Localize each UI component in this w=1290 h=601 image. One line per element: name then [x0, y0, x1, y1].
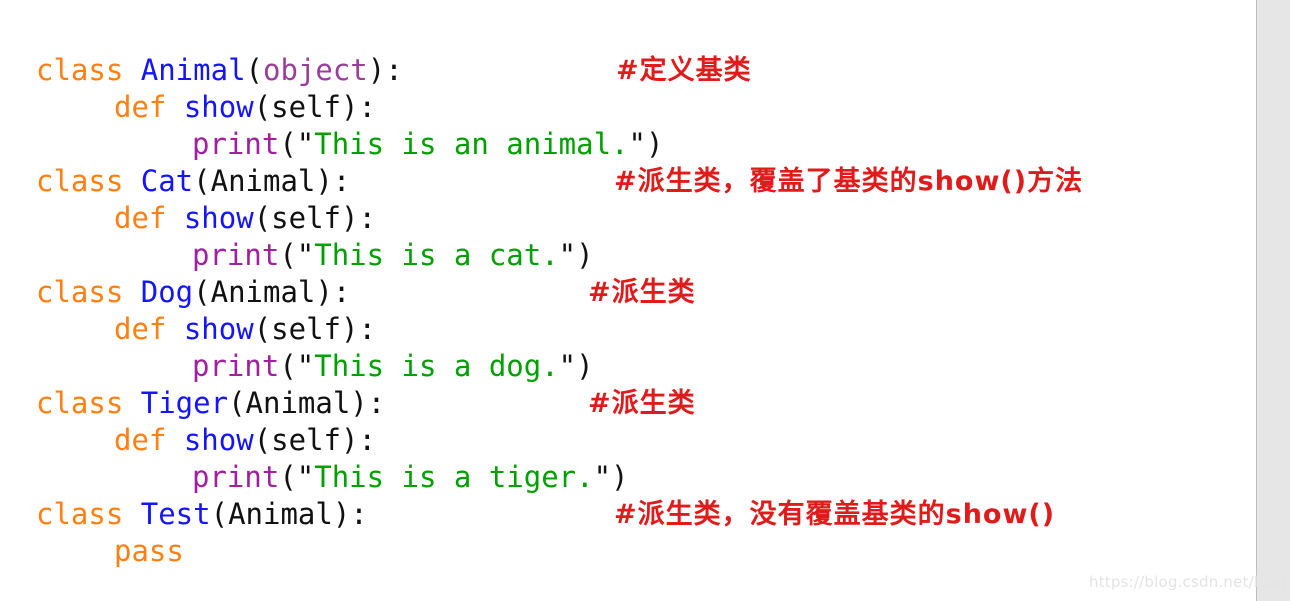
token-keyword: pass: [114, 534, 184, 568]
token-plain: (Animal):: [228, 386, 386, 420]
token-call: print: [192, 127, 280, 161]
token-plain: (Animal):: [193, 164, 351, 198]
token-plain: (": [279, 460, 315, 494]
code-line-content: class Tiger(Animal):: [36, 385, 385, 422]
code-line-content: print("This is an animal."): [192, 126, 663, 163]
code-comment: #派生类: [588, 277, 696, 308]
code-line: class Dog(Animal): #派生类: [36, 274, 1246, 311]
code-line: def show(self):: [36, 89, 1246, 126]
token-plain: (self):: [253, 312, 376, 346]
token-keyword: def: [114, 201, 184, 235]
token-keyword: def: [114, 90, 184, 124]
token-builtin: object: [263, 53, 368, 87]
token-keyword: class: [36, 164, 141, 198]
code-block: class Animal(object): #定义基类 def show(self)…: [36, 52, 1246, 570]
token-funcname: show: [183, 423, 254, 457]
code-line-content: class Test(Animal):: [36, 496, 368, 533]
code-line: def show(self):: [36, 200, 1246, 237]
token-keyword: def: [114, 423, 184, 457]
page-right-gutter: [1256, 0, 1290, 601]
watermark-text: https://blog.csdn.net/laqqgg: [1089, 573, 1290, 591]
token-string: This is an animal.: [314, 127, 629, 161]
code-line-content: print("This is a cat."): [192, 237, 594, 274]
token-string: This is a tiger.: [314, 460, 594, 494]
token-plain: ):: [367, 53, 403, 87]
code-line-content: def show(self):: [114, 311, 376, 348]
token-plain: (": [279, 349, 315, 383]
code-line-content: print("This is a tiger."): [192, 459, 629, 496]
token-funcname: show: [183, 312, 254, 346]
code-line: pass: [36, 533, 1246, 570]
code-comment: #派生类: [588, 388, 696, 419]
token-classname: Tiger: [140, 386, 229, 420]
code-line-content: class Cat(Animal):: [36, 163, 350, 200]
token-plain: (Animal):: [193, 275, 351, 309]
token-plain: (": [279, 238, 315, 272]
token-keyword: class: [36, 275, 141, 309]
token-keyword: class: [36, 53, 141, 87]
token-funcname: show: [183, 90, 254, 124]
token-plain: (Animal):: [210, 497, 368, 531]
token-call: print: [192, 460, 280, 494]
token-plain: "): [558, 238, 594, 272]
token-classname: Test: [140, 497, 211, 531]
token-keyword: def: [114, 312, 184, 346]
token-call: print: [192, 349, 280, 383]
code-line-content: pass: [114, 533, 184, 570]
token-funcname: show: [183, 201, 254, 235]
code-line: class Tiger(Animal): #派生类: [36, 385, 1246, 422]
code-comment: #派生类，没有覆盖基类的show(): [614, 499, 1056, 530]
token-plain: "): [558, 349, 594, 383]
code-line-content: def show(self):: [114, 89, 376, 126]
token-keyword: class: [36, 386, 141, 420]
token-classname: Cat: [140, 164, 194, 198]
token-classname: Dog: [140, 275, 194, 309]
token-plain: (self):: [253, 201, 376, 235]
code-line: print("This is a cat."): [36, 237, 1246, 274]
code-line: class Test(Animal): #派生类，没有覆盖基类的show(): [36, 496, 1246, 533]
code-line-content: class Animal(object):: [36, 52, 403, 89]
code-line: print("This is a dog."): [36, 348, 1246, 385]
token-plain: "): [628, 127, 664, 161]
token-keyword: class: [36, 497, 141, 531]
code-comment: #定义基类: [616, 55, 752, 86]
token-plain: (self):: [253, 423, 376, 457]
code-line-content: def show(self):: [114, 422, 376, 459]
token-plain: (: [245, 53, 263, 87]
code-line-content: class Dog(Animal):: [36, 274, 350, 311]
code-line-content: def show(self):: [114, 200, 376, 237]
code-screenshot: class Animal(object): #定义基类 def show(self)…: [0, 0, 1290, 601]
token-plain: (self):: [253, 90, 376, 124]
code-line: class Animal(object): #定义基类: [36, 52, 1246, 89]
code-line: def show(self):: [36, 422, 1246, 459]
code-line: print("This is an animal."): [36, 126, 1246, 163]
token-string: This is a dog.: [314, 349, 559, 383]
code-line: print("This is a tiger."): [36, 459, 1246, 496]
token-classname: Animal: [140, 53, 246, 87]
token-string: This is a cat.: [314, 238, 559, 272]
code-line-content: print("This is a dog."): [192, 348, 594, 385]
code-comment: #派生类，覆盖了基类的show()方法: [614, 166, 1084, 197]
token-plain: "): [593, 460, 629, 494]
code-line: class Cat(Animal): #派生类，覆盖了基类的show()方法: [36, 163, 1246, 200]
token-call: print: [192, 238, 280, 272]
token-plain: (": [279, 127, 315, 161]
code-line: def show(self):: [36, 311, 1246, 348]
